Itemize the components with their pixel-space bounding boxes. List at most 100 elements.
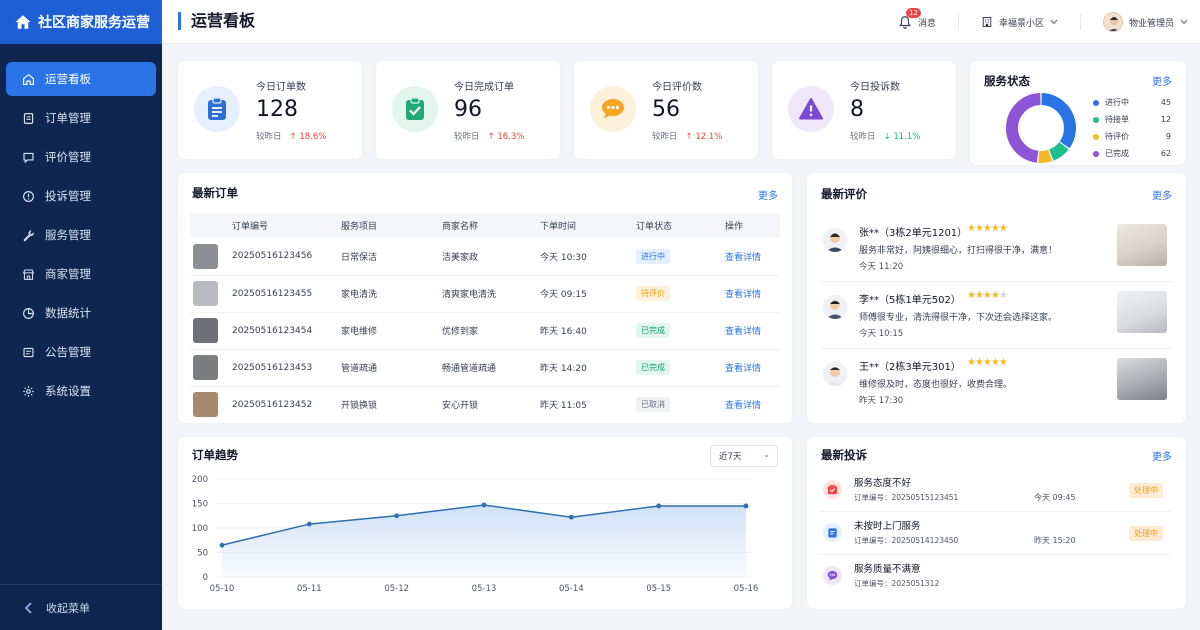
data-point <box>219 542 225 548</box>
table-row[interactable]: 20250516123454 家电维修 优修到家 昨天 16:40 已完成 查看… <box>190 312 780 350</box>
table-row[interactable]: 20250516123453 管道疏通 畅通管道疏通 昨天 14:20 已完成 … <box>190 349 780 387</box>
order-merchant: 清爽家电清洗 <box>442 275 540 313</box>
order-thumbnail <box>193 281 218 306</box>
legend-value: 45 <box>1160 98 1171 107</box>
review-text: 维修很及时，态度也很好，收费合理。 <box>859 380 1013 390</box>
stat-card-today-reviews[interactable]: 今日评价数 56 较昨日 ↑ 12.1% <box>573 60 759 160</box>
sidebar-item-label: 公告管理 <box>45 345 91 359</box>
review-text: 师傅很专业，清洗得很干净，下次还会选择这家。 <box>859 313 1058 323</box>
latest-reviews-more-link[interactable]: 更多 <box>1152 187 1172 202</box>
service-status-more-link[interactable]: 更多 <box>1152 73 1172 88</box>
range-select[interactable]: 近7天 ⌄ <box>710 445 778 467</box>
review-photo[interactable] <box>1117 291 1167 333</box>
order-status-cell: 待评价 <box>636 275 725 313</box>
user-menu[interactable]: 物业管理员 <box>1102 12 1188 32</box>
stat-compare-label: 较昨日 <box>256 132 282 142</box>
sidebar-item-orders[interactable]: 订单管理 <box>6 101 156 135</box>
review-photo[interactable] <box>1117 358 1167 400</box>
complaint-clipboard-icon <box>823 523 842 542</box>
view-details-link[interactable]: 查看详情 <box>725 401 761 411</box>
latest-orders-title: 最新订单 <box>192 186 238 200</box>
stat-card-today-completed[interactable]: 今日完成订单 96 较昨日 ↑ 16.3% <box>375 60 561 160</box>
stat-value: 56 <box>652 97 680 122</box>
reviewer-name: 李**（5栋1单元502） <box>859 295 961 306</box>
sidebar-item-label: 运营看板 <box>45 72 91 86</box>
status-badge: 已取消 <box>636 397 670 412</box>
latest-orders-more-link[interactable]: 更多 <box>758 187 778 202</box>
sidebar-item-services[interactable]: 服务管理 <box>6 218 156 252</box>
order-thumbnail-cell <box>190 386 232 424</box>
stat-label: 今日订单数 <box>256 82 306 93</box>
order-trend-title: 订单趋势 <box>192 448 238 462</box>
order-status-cell: 已完成 <box>636 312 725 350</box>
sidebar-item-dashboard[interactable]: 运营看板 <box>6 62 156 96</box>
x-tick-label: 05-15 <box>646 584 671 594</box>
order-id: 20250516123454 <box>232 312 341 350</box>
divider <box>819 554 1171 555</box>
complaint-order-number: 订单编号：2025051312 <box>854 579 940 588</box>
order-id: 20250516123452 <box>232 386 341 424</box>
legend-dot <box>1093 99 1099 106</box>
legend-dot <box>1093 150 1099 157</box>
x-tick-label: 05-12 <box>384 584 409 594</box>
sidebar-item-reviews[interactable]: 评价管理 <box>6 140 156 174</box>
complaint-item[interactable]: 服务质量不满意 订单编号：2025051312 <box>819 561 1171 604</box>
brand[interactable]: 社区商家服务运营 <box>0 0 162 44</box>
table-row[interactable]: 20250516123456 日常保洁 洁美家政 今天 10:30 进行中 查看… <box>190 238 780 276</box>
series-area <box>222 504 746 577</box>
sidebar-item-complaints[interactable]: 投诉管理 <box>6 179 156 213</box>
order-time: 今天 09:15 <box>540 275 636 313</box>
messages-button[interactable]: 12 消息 <box>898 8 936 29</box>
data-point <box>743 503 749 509</box>
review-item[interactable]: 王**（2栋3单元301） ★★★★★ 维修很及时，态度也很好，收费合理。 昨天… <box>821 356 1173 423</box>
sidebar-item-statistics[interactable]: 数据统计 <box>6 296 156 330</box>
view-details-link[interactable]: 查看详情 <box>725 364 761 374</box>
community-name: 幸福景小区 <box>998 18 1044 29</box>
clipboard-check-icon <box>392 86 438 132</box>
stat-change: ↑ 12.1% <box>685 132 723 142</box>
order-merchant: 洁美家政 <box>442 238 540 276</box>
stat-card-today-complaints[interactable]: 今日投诉数 8 较昨日 ↓ 11.1% <box>771 60 957 160</box>
sidebar-item-notices[interactable]: 公告管理 <box>6 335 156 369</box>
complaint-alert-icon <box>823 480 842 499</box>
sidebar-item-label: 评价管理 <box>45 150 91 164</box>
chart-icon <box>23 307 34 319</box>
collapse-menu-button[interactable]: 收起菜单 <box>0 584 162 630</box>
divider <box>821 281 1173 282</box>
legend-label: 待接单 <box>1105 115 1129 124</box>
legend-value: 62 <box>1160 149 1171 158</box>
view-details-link[interactable]: 查看详情 <box>725 327 761 337</box>
order-merchant: 优修到家 <box>442 312 540 350</box>
view-details-link[interactable]: 查看详情 <box>725 253 761 263</box>
review-time: 今天 10:15 <box>859 329 904 339</box>
sidebar-item-settings[interactable]: 系统设置 <box>6 374 156 408</box>
table-row[interactable]: 20250516123452 开锁换锁 安心开锁 昨天 11:05 已取消 查看… <box>190 386 780 424</box>
review-photo[interactable] <box>1117 224 1167 266</box>
order-service: 开锁换锁 <box>341 386 442 424</box>
order-time: 昨天 11:05 <box>540 386 636 424</box>
order-id: 20250516123456 <box>232 238 341 276</box>
order-service: 家电维修 <box>341 312 442 350</box>
legend-label: 待评价 <box>1105 132 1129 141</box>
stat-compare-label: 较昨日 <box>850 132 876 142</box>
review-item[interactable]: 张**（3栋2单元1201） ★★★★★ 服务非常好，阿姨很细心，打扫得很干净，… <box>821 222 1173 289</box>
table-header: 订单编号 <box>232 213 341 238</box>
stat-compare-label: 较昨日 <box>454 132 480 142</box>
y-tick-label: 50 <box>197 549 208 559</box>
latest-complaints-more-link[interactable]: 更多 <box>1152 448 1172 463</box>
legend-label: 进行中 <box>1105 98 1129 107</box>
clipboard-icon <box>194 86 240 132</box>
view-details-link[interactable]: 查看详情 <box>725 290 761 300</box>
order-status-cell: 进行中 <box>636 238 725 276</box>
community-selector[interactable]: 幸福景小区 <box>981 16 1058 29</box>
stat-card-today-orders[interactable]: 今日订单数 128 较昨日 ↑ 18.6% <box>177 60 363 160</box>
wrench-icon <box>23 229 34 241</box>
review-item[interactable]: 李**（5栋1单元502） ★★★★★ 师傅很专业，清洗得很干净，下次还会选择这… <box>821 289 1173 356</box>
sidebar-item-merchants[interactable]: 商家管理 <box>6 257 156 291</box>
sidebar-item-label: 数据统计 <box>45 306 91 320</box>
order-thumbnail-cell <box>190 312 232 350</box>
user-name: 物业管理员 <box>1128 18 1174 29</box>
table-row[interactable]: 20250516123455 家电清洗 清爽家电清洗 今天 09:15 待评价 … <box>190 275 780 313</box>
status-badge: 处理中 <box>1129 483 1163 498</box>
y-tick-label: 0 <box>203 573 208 583</box>
